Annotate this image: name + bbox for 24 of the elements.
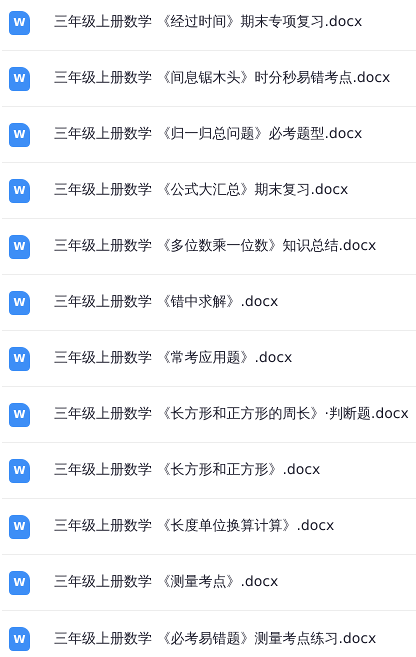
word-document-icon: W	[9, 10, 30, 34]
word-document-icon: W	[9, 234, 30, 258]
word-document-icon: W	[9, 570, 30, 594]
word-document-icon: W	[9, 627, 30, 651]
word-document-icon: W	[9, 402, 30, 426]
word-document-icon: W	[9, 122, 30, 146]
file-name[interactable]: 三年级上册数学 《长方形和正方形的周长》·判断题.docx	[54, 404, 409, 425]
file-name[interactable]: 三年级上册数学 《归一归总问题》必考题型.docx	[54, 124, 362, 145]
file-name[interactable]: 三年级上册数学 《公式大汇总》期末复习.docx	[54, 180, 348, 201]
file-name[interactable]: 三年级上册数学 《测量考点》.docx	[54, 572, 278, 593]
word-document-icon: W	[9, 346, 30, 370]
file-name[interactable]: 三年级上册数学 《长度单位换算计算》.docx	[54, 516, 334, 537]
word-document-icon: W	[9, 514, 30, 538]
file-name[interactable]: 三年级上册数学 《经过时间》期末专项复习.docx	[54, 12, 362, 33]
word-document-icon: W	[9, 178, 30, 202]
word-document-icon: W	[9, 458, 30, 482]
file-name[interactable]: 三年级上册数学 《多位数乘一位数》知识总结.docx	[54, 236, 376, 257]
word-document-icon: W	[9, 66, 30, 90]
file-name[interactable]: 三年级上册数学 《长方形和正方形》.docx	[54, 460, 320, 481]
file-name[interactable]: 三年级上册数学 《间息锯木头》时分秒易错考点.docx	[54, 68, 390, 89]
file-name[interactable]: 三年级上册数学 《必考易错题》测量考点练习.docx	[54, 628, 376, 650]
file-name[interactable]: 三年级上册数学 《常考应用题》.docx	[54, 348, 292, 369]
file-name[interactable]: 三年级上册数学 《错中求解》.docx	[54, 292, 278, 313]
word-document-icon: W	[9, 290, 30, 314]
